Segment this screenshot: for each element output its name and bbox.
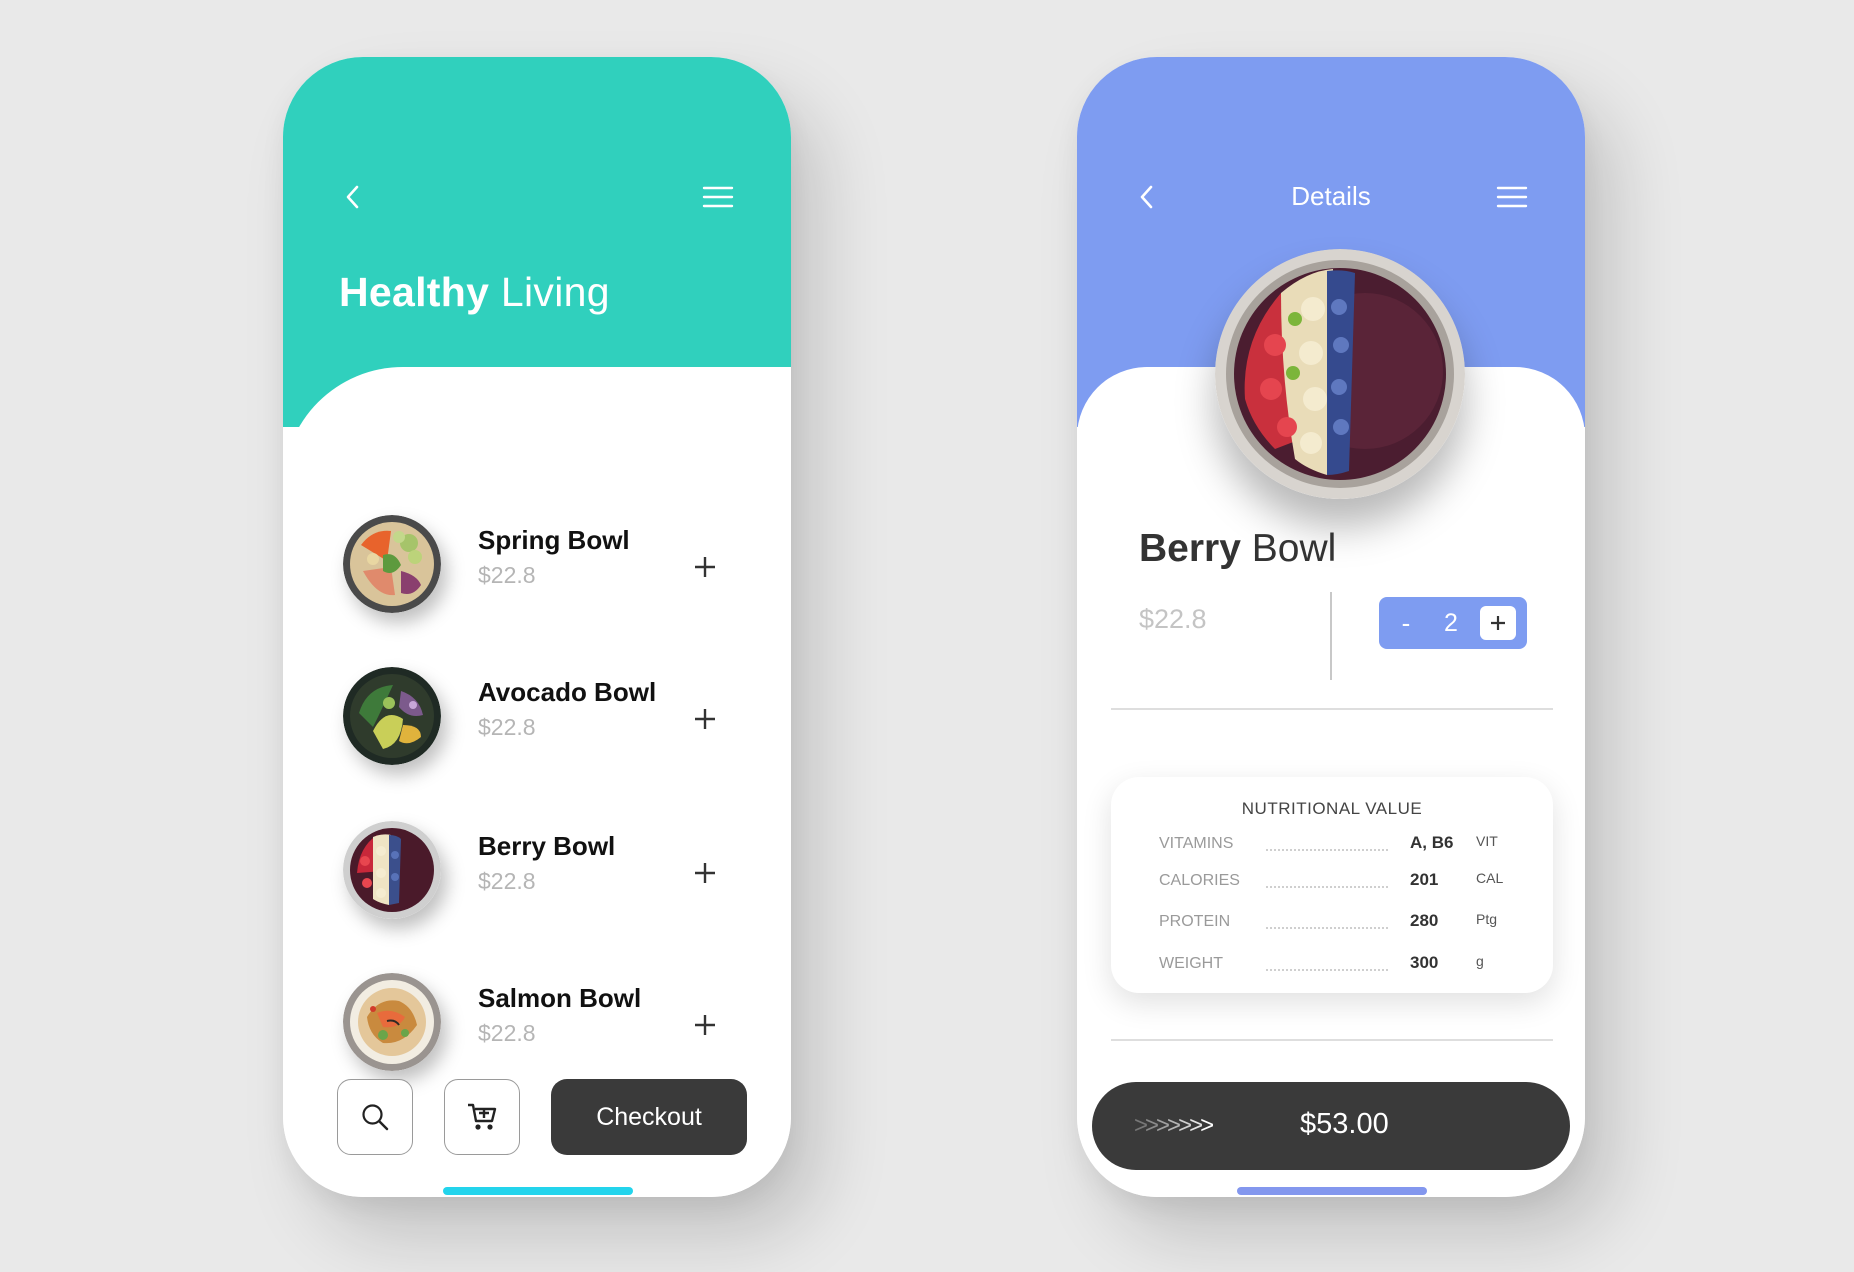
nutrition-title: NUTRITIONAL VALUE — [1241, 799, 1423, 818]
add-to-cart-button[interactable] — [683, 545, 727, 589]
swipe-arrow-glyph: > — [1134, 1112, 1148, 1139]
berry-bowl-thumbnail — [343, 821, 441, 919]
nutrition-value: 201 — [1410, 870, 1439, 889]
hamburger-menu-icon — [702, 186, 734, 208]
swipe-arrow-glyph: > — [1156, 1112, 1170, 1139]
list-item[interactable]: Avocado Bowl $22.8 — [343, 667, 763, 771]
item-name: Berry Bowl — [478, 831, 616, 861]
nutrition-row: VITAMINS A, B6 VIT — [1111, 833, 1553, 859]
list-body: Spring Bowl $22.8 Avocado Bowl $22.8 Ber… — [283, 367, 791, 1197]
dotted-leader — [1266, 886, 1388, 888]
swipe-arrow-glyph: > — [1178, 1112, 1192, 1139]
search-button[interactable] — [337, 1079, 413, 1155]
nutrition-value: A, B6 — [1410, 833, 1454, 852]
nutrition-row: PROTEIN 280 Ptg — [1111, 911, 1553, 937]
item-price: $22.8 — [478, 714, 536, 740]
title-light-word: Living — [489, 269, 610, 315]
divider — [1111, 1039, 1553, 1041]
product-title-bold: Berry — [1139, 527, 1241, 570]
page-title: Healthy Living — [339, 269, 610, 316]
nutrition-label: WEIGHT — [1159, 955, 1223, 972]
product-price: $22.8 — [1139, 604, 1207, 634]
plus-icon — [695, 1015, 715, 1035]
avocado-bowl-thumbnail — [343, 667, 441, 765]
nutritional-value-card: NUTRITIONAL VALUE VITAMINS A, B6 VIT CAL… — [1111, 777, 1553, 993]
item-name: Spring Bowl — [478, 525, 630, 555]
berry-bowl-hero-image — [1215, 249, 1465, 499]
product-title-light: Bowl — [1240, 527, 1337, 570]
quantity-value: 2 — [1444, 608, 1458, 637]
swipe-arrows-icon: >>>>>>> — [1134, 1112, 1214, 1140]
spring-bowl-thumbnail — [343, 515, 441, 613]
title-bold-word: Healthy — [339, 269, 490, 315]
order-total: $53.00 — [1300, 1108, 1389, 1140]
item-name: Salmon Bowl — [478, 983, 642, 1013]
add-to-cart-button[interactable] — [683, 1003, 727, 1047]
phone-details-screen: Details Berry Bowl $22.8 - 2 NUTRITIONAL… — [1077, 57, 1585, 1197]
swipe-arrow-glyph: > — [1200, 1112, 1214, 1139]
swipe-arrow-glyph: > — [1167, 1112, 1181, 1139]
search-icon — [362, 1104, 389, 1131]
add-to-cart-button[interactable] — [683, 851, 727, 895]
cart-button[interactable] — [444, 1079, 520, 1155]
menu-button[interactable] — [1487, 177, 1537, 217]
nutrition-value: 300 — [1410, 953, 1439, 972]
nutrition-value: 280 — [1410, 911, 1439, 930]
hamburger-menu-icon — [1496, 186, 1528, 208]
cart-add-icon — [468, 1103, 497, 1130]
checkout-button[interactable]: Checkout — [551, 1079, 747, 1155]
product-title: Berry Bowl — [1139, 527, 1336, 571]
add-to-cart-button[interactable] — [683, 697, 727, 741]
dotted-leader — [1266, 849, 1388, 851]
home-indicator — [1237, 1187, 1427, 1195]
dotted-leader — [1266, 969, 1388, 971]
plus-icon — [695, 863, 715, 883]
divider-vertical — [1330, 592, 1332, 680]
nutrition-label: VITAMINS — [1159, 835, 1234, 852]
list-item[interactable]: Spring Bowl $22.8 — [343, 515, 763, 619]
nutrition-label: PROTEIN — [1159, 913, 1231, 930]
menu-button[interactable] — [693, 177, 743, 217]
dotted-leader — [1266, 927, 1388, 929]
home-indicator — [443, 1187, 633, 1195]
nutrition-row: WEIGHT 300 g — [1111, 953, 1553, 979]
item-price: $22.8 — [478, 1020, 536, 1046]
quantity-stepper: - 2 — [1379, 597, 1527, 649]
plus-icon — [695, 709, 715, 729]
list-item[interactable]: Salmon Bowl $22.8 — [343, 973, 763, 1077]
salmon-bowl-thumbnail — [343, 973, 441, 1071]
plus-icon — [1491, 616, 1505, 630]
plus-icon — [695, 557, 715, 577]
decrease-quantity-button[interactable]: - — [1391, 597, 1421, 649]
swipe-arrow-glyph: > — [1145, 1112, 1159, 1139]
divider — [1111, 708, 1553, 710]
phone-list-screen: Healthy Living Spring Bowl $22.8 Avocado… — [283, 57, 791, 1197]
swipe-arrow-glyph: > — [1189, 1112, 1203, 1139]
item-price: $22.8 — [478, 868, 536, 894]
nutrition-row: CALORIES 201 CAL — [1111, 870, 1553, 896]
item-price: $22.8 — [478, 562, 536, 588]
list-item[interactable]: Berry Bowl $22.8 — [343, 821, 763, 925]
nutrition-unit: CAL — [1476, 870, 1504, 886]
item-name: Avocado Bowl — [478, 677, 657, 707]
swipe-to-pay-button[interactable]: >>>>>>> $53.00 — [1092, 1082, 1570, 1170]
nutrition-unit: Ptg — [1476, 911, 1498, 927]
increase-quantity-button[interactable] — [1480, 606, 1516, 640]
chevron-left-icon — [346, 185, 359, 209]
nutrition-label: CALORIES — [1159, 872, 1240, 889]
nutrition-unit: VIT — [1476, 833, 1498, 849]
nutrition-unit: g — [1476, 953, 1484, 969]
back-button[interactable] — [333, 177, 373, 217]
